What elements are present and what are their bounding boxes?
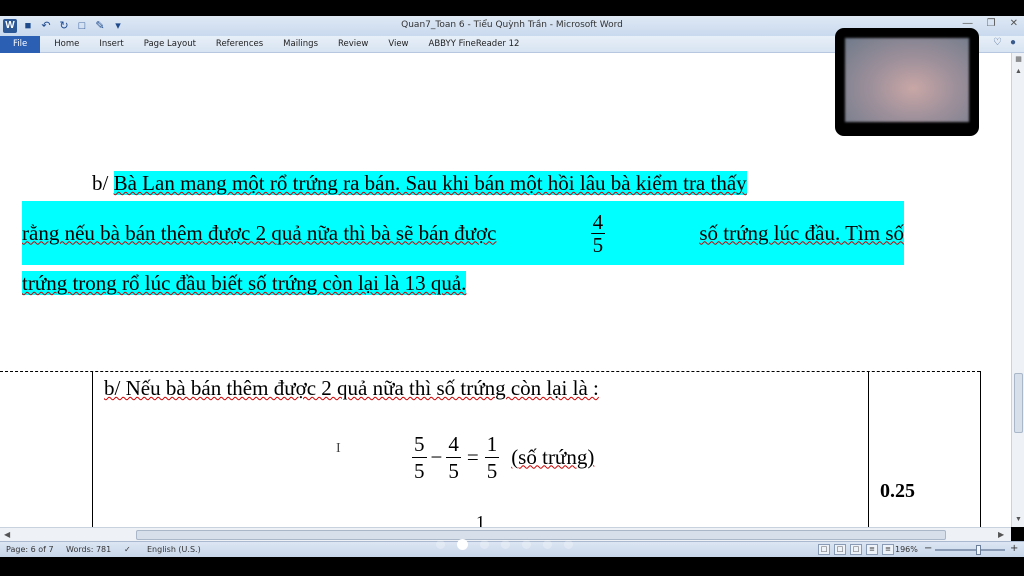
tab-home[interactable]: Home (44, 36, 89, 53)
help-icon[interactable]: ● (1010, 37, 1016, 48)
restore-icon[interactable]: ❐ (987, 18, 996, 29)
quick-access-toolbar: W ■ ↶ ↻ □ ✎ ▾ (0, 19, 125, 33)
slide-dot[interactable] (501, 540, 510, 549)
question-line-3: trứng trong rổ lúc đầu biết số trứng còn… (22, 268, 467, 298)
scroll-right-icon[interactable]: ▶ (998, 528, 1004, 542)
eq-b-denominator: 5 (448, 458, 459, 483)
score-cell: 0.25 (880, 480, 915, 502)
tab-file[interactable]: File (0, 35, 41, 53)
question-text-2a: rằng nếu bà bán thêm được 2 quả nữa thì … (22, 220, 497, 245)
full-screen-reading-icon[interactable]: □ (834, 544, 846, 555)
zoom-out-icon[interactable]: − (924, 543, 932, 554)
eq-b-numerator: 4 (446, 431, 461, 458)
eq-fraction-c: 1 5 (484, 431, 500, 484)
view-buttons: □ □ □ ≡ ≡ (818, 544, 894, 555)
undo-icon[interactable]: ↶ (39, 19, 53, 33)
web-layout-icon[interactable]: □ (850, 544, 862, 555)
horizontal-scrollbar[interactable]: ◀ ▶ (0, 527, 1011, 541)
word-count[interactable]: Words: 781 (66, 545, 111, 554)
page-count[interactable]: Page: 6 of 7 (6, 545, 54, 554)
vertical-scroll-thumb[interactable] (1014, 373, 1023, 433)
tab-abbyy[interactable]: ABBYY FineReader 12 (419, 36, 530, 53)
zoom-in-icon[interactable]: + (1010, 543, 1018, 554)
eq-fraction-a: 5 5 (412, 431, 427, 484)
eq-fraction-b: 4 5 (446, 431, 461, 484)
slide-dot[interactable] (564, 540, 573, 549)
vertical-scrollbar[interactable]: ▦ ▲ ▼ (1011, 53, 1024, 527)
text-cursor-icon: I (336, 441, 341, 456)
question-line-2: rằng nếu bà bán thêm được 2 quả nữa thì … (22, 201, 904, 265)
tab-page-layout[interactable]: Page Layout (134, 36, 206, 53)
ruler-toggle-icon[interactable]: ▦ (1013, 55, 1024, 65)
tab-view[interactable]: View (378, 36, 418, 53)
scroll-up-icon[interactable]: ▲ (1013, 67, 1024, 77)
question-line-1: b/ Bà Lan mang một rổ trứng ra bán. Sau … (92, 169, 747, 197)
spelling-check-icon[interactable]: ✓ (124, 545, 131, 554)
save-icon[interactable]: ■ (21, 19, 35, 33)
question-text-2b: số trứng lúc đầu. Tìm số (699, 220, 904, 245)
slide-dot[interactable] (543, 540, 552, 549)
zoom-slider-knob[interactable] (976, 545, 981, 555)
answer-equation: 5 5 − 4 5 = 1 5 (số trứng) (408, 425, 594, 489)
zoom-level[interactable]: 196% (895, 545, 918, 554)
webcam-feed (845, 38, 969, 122)
question-text-1: b/ (92, 171, 114, 195)
outline-icon[interactable]: ≡ (866, 544, 878, 555)
print-preview-icon[interactable]: □ (75, 19, 89, 33)
question-text-3: trứng trong rổ lúc đầu biết số trứng còn… (22, 271, 467, 295)
fraction-numerator: 4 (590, 209, 606, 234)
print-layout-icon[interactable]: □ (818, 544, 830, 555)
format-icon[interactable]: ✎ (93, 19, 107, 33)
ribbon-right-controls: ♡ ● (993, 37, 1016, 48)
webcam-overlay (835, 28, 979, 136)
scroll-left-icon[interactable]: ◀ (4, 528, 10, 542)
slide-dot[interactable] (480, 540, 489, 549)
eq-c-denominator: 5 (486, 458, 498, 483)
word-logo-icon: W (3, 19, 17, 33)
close-icon[interactable]: ✕ (1010, 18, 1018, 29)
draft-icon[interactable]: ≡ (882, 544, 894, 555)
eq-a-numerator: 5 (412, 431, 427, 458)
slide-dot[interactable] (522, 540, 531, 549)
table-top-border (0, 371, 980, 372)
eq-equals: = (466, 444, 479, 469)
tab-review[interactable]: Review (328, 36, 378, 53)
slide-dot-active[interactable] (457, 539, 468, 550)
zoom-slider[interactable] (935, 549, 1005, 551)
language-indicator[interactable]: English (U.S.) (147, 545, 201, 554)
question-highlight-1: Bà Lan mang một rổ trứng ra bán. Sau khi… (113, 171, 747, 195)
fraction-four-fifths: 4 5 (590, 209, 606, 257)
redo-icon[interactable]: ↻ (57, 19, 71, 33)
slide-dot[interactable] (436, 540, 445, 549)
table-column-divider (868, 371, 869, 531)
eq-a-denominator: 5 (414, 458, 425, 483)
table-left-border (92, 371, 93, 531)
eq-minus: − (430, 444, 443, 469)
tab-references[interactable]: References (206, 36, 273, 53)
answer-line-1: b/ Nếu bà bán thêm được 2 quả nữa thì số… (104, 376, 599, 400)
horizontal-scroll-thumb[interactable] (136, 530, 946, 540)
tab-mailings[interactable]: Mailings (273, 36, 328, 53)
scroll-down-icon[interactable]: ▼ (1013, 515, 1024, 525)
tab-insert[interactable]: Insert (89, 36, 133, 53)
minimize-ribbon-icon[interactable]: ♡ (993, 37, 1002, 48)
eq-unit: (số trứng) (511, 444, 595, 469)
eq-c-numerator: 1 (484, 431, 500, 458)
customize-toolbar-icon[interactable]: ▾ (111, 19, 125, 33)
fraction-denominator: 5 (592, 232, 604, 257)
slide-indicator (436, 539, 573, 550)
table-right-border (980, 371, 981, 531)
